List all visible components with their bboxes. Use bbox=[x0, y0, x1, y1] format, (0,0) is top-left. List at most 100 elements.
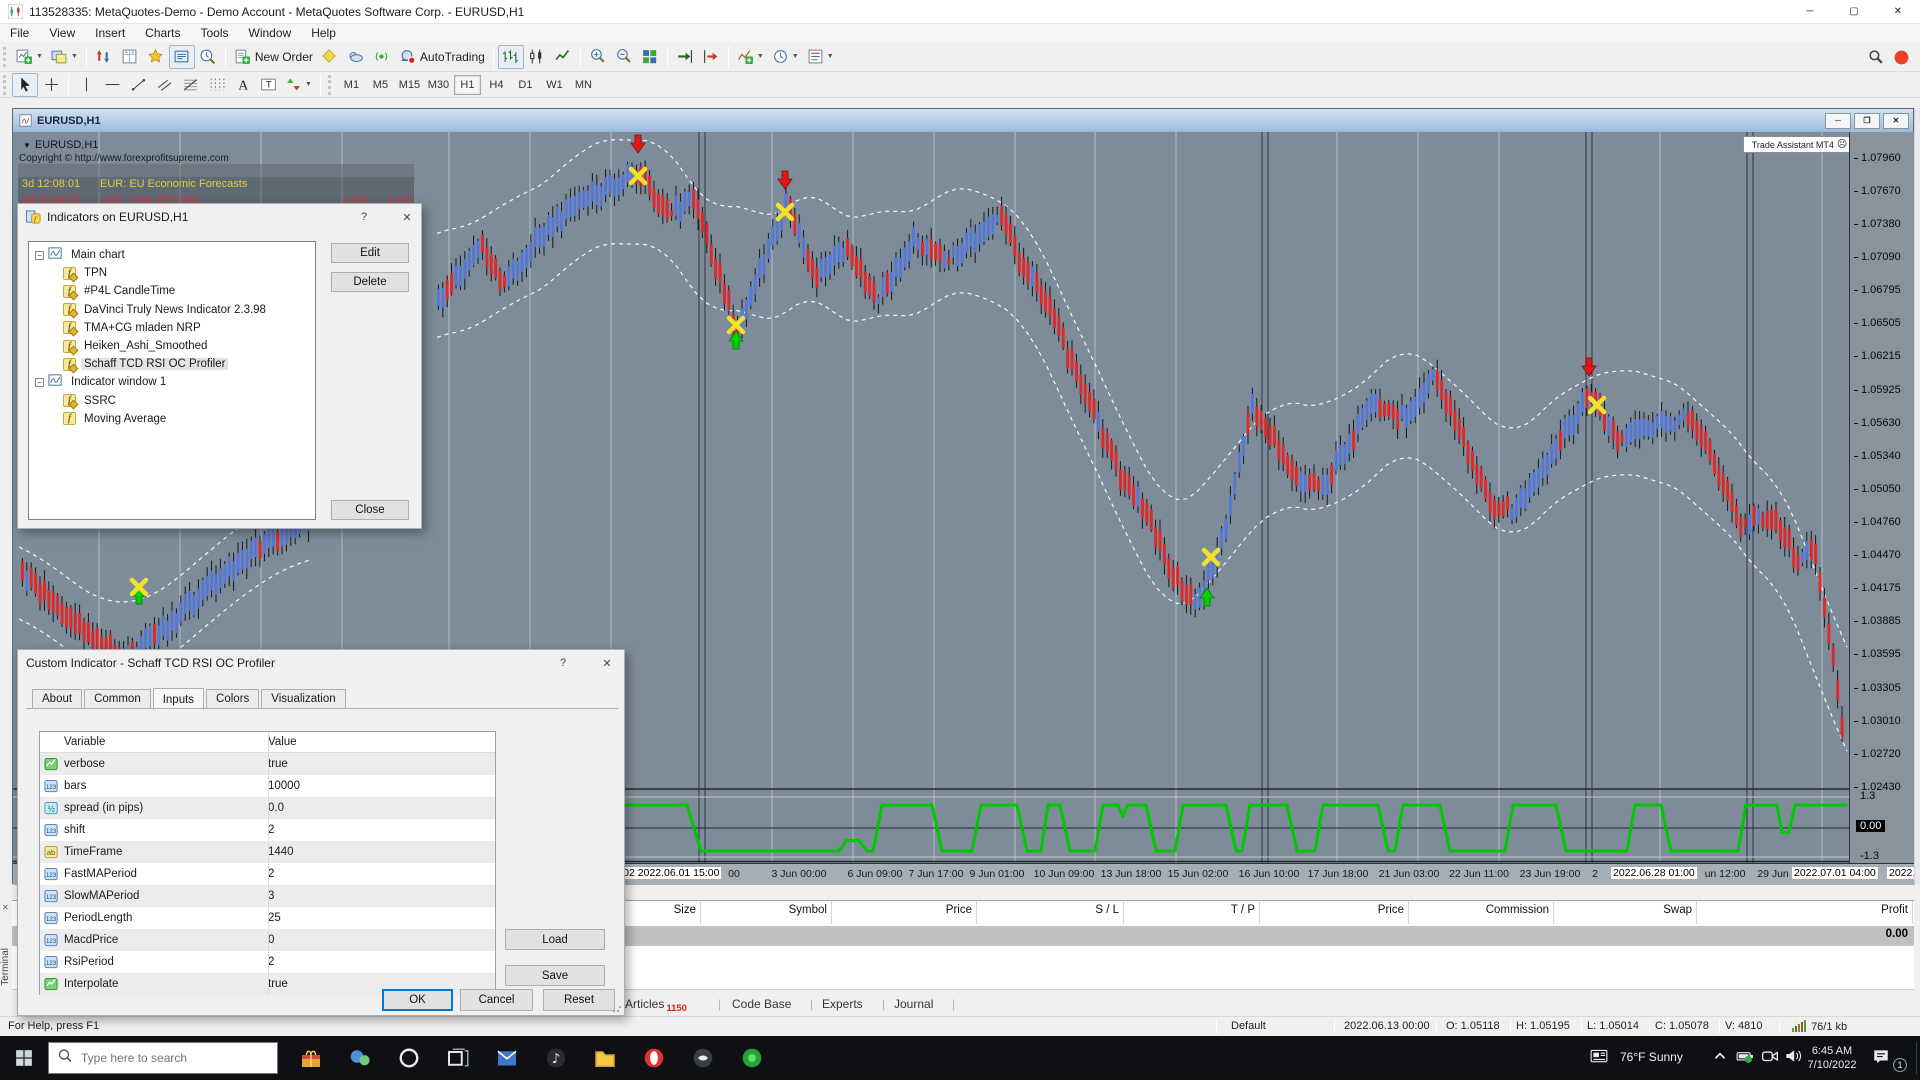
parameter-value[interactable]: 0.0 bbox=[268, 802, 284, 814]
metaeditor-button[interactable] bbox=[317, 45, 343, 69]
timeframe-m30[interactable]: M30 bbox=[425, 75, 452, 95]
music-app-icon[interactable]: ♪ bbox=[533, 1036, 579, 1080]
timeframe-m15[interactable]: M15 bbox=[396, 75, 423, 95]
terminal-button[interactable] bbox=[169, 45, 195, 69]
meetnow-icon[interactable] bbox=[1761, 1047, 1779, 1070]
search-icon[interactable] bbox=[1862, 45, 1888, 69]
file-explorer-icon[interactable] bbox=[582, 1036, 628, 1080]
chat-app-icon[interactable] bbox=[680, 1036, 726, 1080]
cycle-lines-button[interactable] bbox=[203, 73, 229, 97]
timeframe-h1[interactable]: H1 bbox=[454, 75, 481, 95]
cursor-button[interactable] bbox=[12, 73, 38, 97]
profiles-button[interactable]: ▼ bbox=[47, 45, 82, 69]
tree-expander-icon[interactable]: − bbox=[35, 251, 44, 260]
people-app-icon[interactable] bbox=[337, 1036, 383, 1080]
show-desktop-button[interactable] bbox=[1916, 1042, 1917, 1074]
maximize-button[interactable]: ▢ bbox=[1832, 0, 1876, 23]
dialog-close-icon[interactable]: ✕ bbox=[398, 209, 416, 225]
gift-app-icon[interactable] bbox=[288, 1036, 334, 1080]
tree-item[interactable]: fSchaff TCD RSI OC Profiler bbox=[29, 355, 315, 373]
menu-tools[interactable]: Tools bbox=[191, 24, 239, 42]
terminal-tab-code-base[interactable]: Code Base bbox=[732, 997, 791, 1011]
community-badge-icon[interactable] bbox=[1888, 45, 1914, 69]
tab-visualization[interactable]: Visualization bbox=[261, 689, 345, 709]
parameter-value[interactable]: 10000 bbox=[268, 780, 300, 792]
chart-shift-button[interactable] bbox=[698, 45, 724, 69]
terminal-column-header[interactable]: Commission bbox=[1486, 904, 1549, 924]
zoom-in-button[interactable] bbox=[585, 45, 611, 69]
timeframe-d1[interactable]: D1 bbox=[512, 75, 539, 95]
toolbar-grip[interactable] bbox=[328, 75, 333, 95]
equidistant-channel-button[interactable] bbox=[151, 73, 177, 97]
battery-icon[interactable] bbox=[1736, 1047, 1754, 1070]
menu-window[interactable]: Window bbox=[239, 24, 302, 42]
terminal-tab-journal[interactable]: Journal bbox=[894, 997, 933, 1011]
save-button[interactable]: Save bbox=[505, 965, 605, 986]
tree-item[interactable]: fTPN bbox=[29, 264, 315, 282]
tree-item[interactable]: fMoving Average bbox=[29, 410, 315, 428]
periods-button[interactable]: ▼ bbox=[768, 45, 803, 69]
tab-about[interactable]: About bbox=[32, 689, 82, 709]
terminal-close-icon[interactable]: ✕ bbox=[2, 903, 9, 912]
dialog-help-icon[interactable]: ? bbox=[355, 209, 373, 225]
chevronup-icon[interactable] bbox=[1711, 1047, 1729, 1070]
tree-item[interactable]: f#P4L CandleTime bbox=[29, 282, 315, 300]
toolbar-grip[interactable] bbox=[3, 47, 8, 67]
notification-icon[interactable] bbox=[1872, 1047, 1890, 1070]
taskbar-clock[interactable]: 6:45 AM 7/10/2022 bbox=[1800, 1044, 1864, 1072]
navigator-button[interactable] bbox=[143, 45, 169, 69]
minimize-button[interactable]: ─ bbox=[1788, 0, 1832, 23]
workspace-scrollbar[interactable] bbox=[1914, 108, 1920, 884]
timeframe-m5[interactable]: M5 bbox=[367, 75, 394, 95]
delete-button[interactable]: Delete bbox=[331, 272, 409, 292]
data-window-button[interactable] bbox=[117, 45, 143, 69]
close-button[interactable]: ✕ bbox=[1876, 0, 1920, 23]
line-chart-button[interactable] bbox=[550, 45, 576, 69]
timeframe-mn[interactable]: MN bbox=[570, 75, 597, 95]
parameter-value[interactable]: true bbox=[268, 978, 288, 990]
browser-icon[interactable] bbox=[631, 1036, 677, 1080]
tree-item[interactable]: −Main chart bbox=[29, 246, 315, 264]
menu-file[interactable]: File bbox=[0, 24, 39, 42]
terminal-column-header[interactable]: Price bbox=[946, 904, 972, 924]
tab-common[interactable]: Common bbox=[84, 689, 151, 709]
resize-grip[interactable] bbox=[612, 1003, 622, 1013]
dialog-help-icon[interactable]: ? bbox=[554, 655, 572, 671]
tab-colors[interactable]: Colors bbox=[206, 689, 259, 709]
terminal-column-header[interactable]: T / P bbox=[1231, 904, 1255, 924]
news-icon[interactable] bbox=[1590, 1047, 1608, 1070]
market-watch-button[interactable] bbox=[91, 45, 117, 69]
indicators-button[interactable]: ▼ bbox=[733, 45, 768, 69]
tree-item[interactable]: fHeiken_Ashi_Smoothed bbox=[29, 337, 315, 355]
dialog-close-icon[interactable]: ✕ bbox=[598, 655, 616, 671]
timeframe-w1[interactable]: W1 bbox=[541, 75, 568, 95]
chart-restore-button[interactable]: ❐ bbox=[1854, 113, 1880, 129]
load-button[interactable]: Load bbox=[505, 929, 605, 950]
speaker-icon[interactable] bbox=[1784, 1047, 1802, 1070]
tree-item[interactable]: fSSRC bbox=[29, 392, 315, 410]
strategy-tester-button[interactable] bbox=[195, 45, 221, 69]
auto-scroll-button[interactable] bbox=[672, 45, 698, 69]
menu-help[interactable]: Help bbox=[301, 24, 346, 42]
tile-windows-button[interactable] bbox=[637, 45, 663, 69]
cancel-button[interactable]: Cancel bbox=[460, 989, 533, 1011]
price-axis[interactable]: 1.079601.076701.073801.070901.067951.065… bbox=[1849, 132, 1915, 863]
chart-minimize-button[interactable]: ─ bbox=[1825, 113, 1851, 129]
new-chart-button[interactable]: ▼ bbox=[12, 45, 47, 69]
crosshair-button[interactable] bbox=[38, 73, 64, 97]
terminal-column-header[interactable]: Profit bbox=[1881, 904, 1908, 924]
green-app-icon[interactable] bbox=[729, 1036, 775, 1080]
terminal-column-header[interactable]: Swap bbox=[1663, 904, 1692, 924]
zoom-out-button[interactable] bbox=[611, 45, 637, 69]
arrows-button[interactable]: ▼ bbox=[281, 73, 316, 97]
menu-charts[interactable]: Charts bbox=[135, 24, 190, 42]
tree-item[interactable]: fTMA+CG mladen NRP bbox=[29, 319, 315, 337]
new-order-button[interactable]: New Order bbox=[230, 45, 317, 69]
parameter-value[interactable]: 1440 bbox=[268, 846, 294, 858]
tree-expander-icon[interactable]: − bbox=[35, 378, 44, 387]
start-button[interactable] bbox=[0, 1036, 48, 1080]
autotrading-button[interactable]: AutoTrading bbox=[395, 45, 489, 69]
task-view-icon[interactable] bbox=[435, 1036, 481, 1080]
parameter-value[interactable]: 25 bbox=[268, 912, 281, 924]
menu-insert[interactable]: Insert bbox=[85, 24, 135, 42]
